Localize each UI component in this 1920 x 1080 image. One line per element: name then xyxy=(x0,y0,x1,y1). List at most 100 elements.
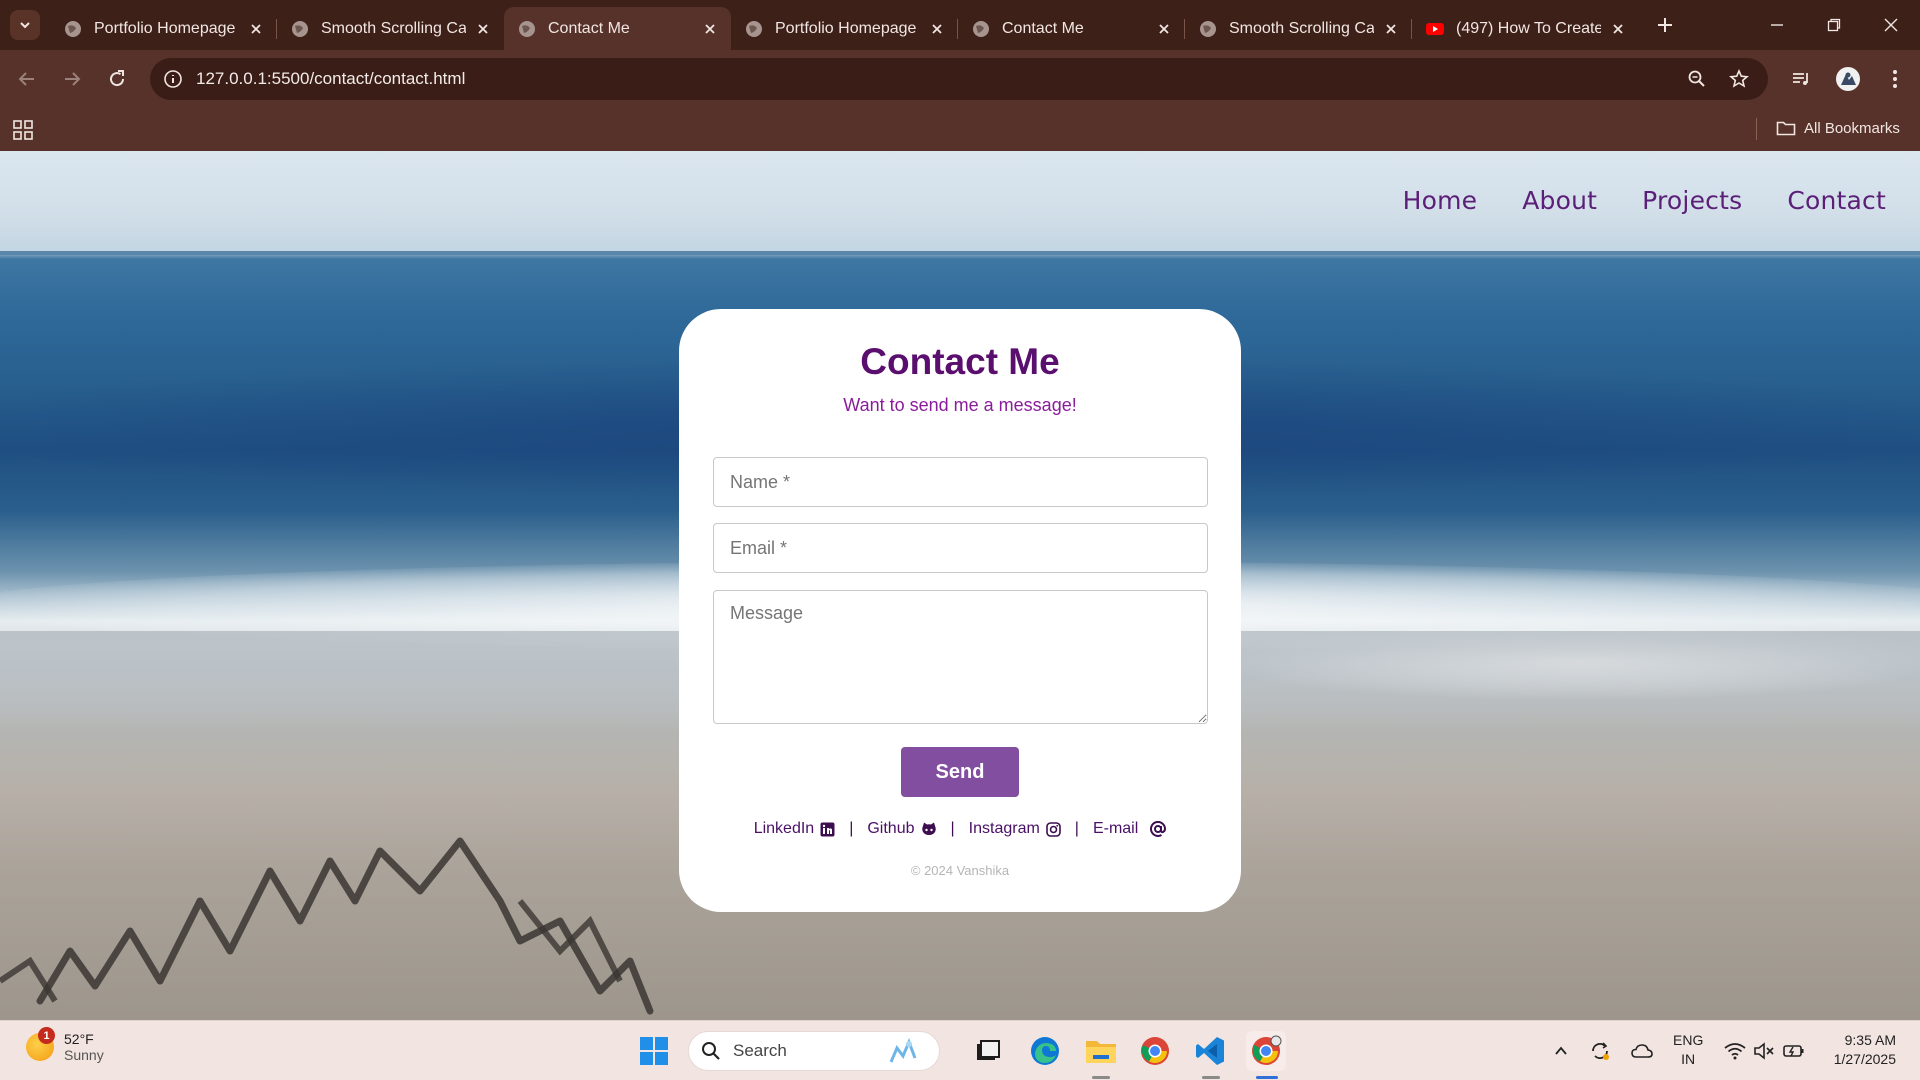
arrow-left-icon xyxy=(18,72,34,86)
input-language[interactable]: ENG IN xyxy=(1673,1031,1703,1069)
tab-active[interactable]: Contact Me xyxy=(504,7,731,50)
reload-button[interactable] xyxy=(102,64,132,94)
new-tab-button[interactable] xyxy=(1652,12,1678,38)
running-indicator xyxy=(1092,1076,1110,1079)
sync-tray-icon[interactable] xyxy=(1588,1039,1612,1063)
github-label: Github xyxy=(867,820,915,837)
message-textarea[interactable] xyxy=(713,590,1208,724)
search-icon xyxy=(702,1042,720,1060)
battery-tray-icon[interactable] xyxy=(1782,1039,1806,1063)
running-indicator xyxy=(1202,1076,1220,1079)
lang-code: ENG xyxy=(1673,1032,1704,1048)
tab-search-button[interactable] xyxy=(10,10,40,40)
profile-avatar[interactable] xyxy=(1833,64,1863,94)
weather-desc: Sunny xyxy=(64,1047,104,1063)
tab[interactable]: Smooth Scrolling Car xyxy=(1185,7,1412,50)
close-tab-icon[interactable] xyxy=(1155,20,1173,38)
restore-button[interactable] xyxy=(1805,0,1862,50)
show-hidden-icons[interactable] xyxy=(1549,1039,1573,1063)
restore-icon xyxy=(1827,18,1840,32)
file-explorer-app[interactable] xyxy=(1081,1031,1121,1071)
globe-icon xyxy=(746,20,762,37)
linkedin-link[interactable]: LinkedIn xyxy=(754,820,836,838)
email-link[interactable]: E-mail xyxy=(1093,820,1167,838)
back-button[interactable] xyxy=(12,64,42,94)
close-tab-icon[interactable] xyxy=(701,20,719,38)
github-link[interactable]: Github xyxy=(867,820,936,838)
date: 1/27/2025 xyxy=(1833,1051,1896,1067)
arrow-right-icon xyxy=(65,72,81,86)
volume-muted-icon xyxy=(1754,1042,1774,1060)
tab[interactable]: Portfolio Homepage xyxy=(731,7,958,50)
tab[interactable]: Smooth Scrolling Car xyxy=(277,7,504,50)
all-bookmarks-button[interactable]: All Bookmarks xyxy=(1776,119,1900,137)
close-tab-icon[interactable] xyxy=(247,20,265,38)
search-label: Search xyxy=(733,1041,787,1060)
task-view-button[interactable] xyxy=(968,1031,1008,1071)
close-tab-icon[interactable] xyxy=(1609,20,1627,38)
nav-contact-link[interactable]: Contact xyxy=(1787,186,1886,215)
tab[interactable]: Contact Me xyxy=(958,7,1185,50)
tab[interactable]: (497) How To Create xyxy=(1412,7,1639,50)
weather-temp: 52°F xyxy=(64,1031,94,1047)
address-bar[interactable]: 127.0.0.1:5500/contact/contact.html xyxy=(150,58,1768,100)
close-window-button[interactable] xyxy=(1862,0,1919,50)
time: 9:35 AM xyxy=(1844,1032,1896,1048)
sand-writing-decoration xyxy=(0,837,654,1015)
tab-title: Smooth Scrolling Car xyxy=(321,19,466,37)
minimize-icon xyxy=(1770,24,1783,26)
zoom-icon[interactable] xyxy=(1686,68,1708,90)
clock[interactable]: 9:35 AM 1/27/2025 xyxy=(1826,1031,1896,1069)
chrome-icon xyxy=(1141,1037,1169,1065)
taskbar: 1 52°F Sunny Search ENG IN 9:35 AM 1/27/… xyxy=(0,1020,1920,1080)
url-text[interactable]: 127.0.0.1:5500/contact/contact.html xyxy=(196,69,465,89)
site-info-icon[interactable] xyxy=(162,68,184,90)
separator: | xyxy=(950,820,955,837)
chrome-app[interactable] xyxy=(1135,1031,1175,1071)
media-control-icon[interactable] xyxy=(1786,64,1816,94)
instagram-icon xyxy=(1045,821,1061,837)
cloud-icon xyxy=(1631,1044,1653,1058)
close-tab-icon[interactable] xyxy=(474,20,492,38)
tab-title: (497) How To Create xyxy=(1456,19,1601,37)
volume-tray-icon[interactable] xyxy=(1752,1039,1776,1063)
region-code: IN xyxy=(1681,1051,1696,1067)
chrome-profile-app[interactable] xyxy=(1246,1031,1286,1071)
tab-list: Portfolio Homepage Smooth Scrolling Car … xyxy=(50,7,1639,50)
site-nav: Home About Projects Contact xyxy=(1403,186,1886,215)
bookmarks-bar: All Bookmarks xyxy=(0,108,1920,151)
battery-icon xyxy=(1783,1045,1804,1057)
onedrive-tray-icon[interactable] xyxy=(1630,1039,1654,1063)
nav-home-link[interactable]: Home xyxy=(1403,186,1478,215)
more-menu-icon[interactable] xyxy=(1880,64,1910,94)
divider xyxy=(1756,118,1757,140)
start-button[interactable] xyxy=(634,1031,674,1071)
edge-app[interactable] xyxy=(1025,1031,1065,1071)
sun-icon: 1 xyxy=(26,1027,55,1061)
contact-subtitle: Want to send me a message! xyxy=(843,395,1077,415)
taskbar-search[interactable]: Search xyxy=(688,1031,940,1071)
wifi-tray-icon[interactable] xyxy=(1723,1039,1747,1063)
apps-grid-icon[interactable] xyxy=(12,119,34,141)
send-button[interactable]: Send xyxy=(901,747,1019,797)
globe-icon xyxy=(292,20,308,37)
forward-button[interactable] xyxy=(57,64,87,94)
nav-projects-link[interactable]: Projects xyxy=(1642,186,1742,215)
close-tab-icon[interactable] xyxy=(928,20,946,38)
bookmark-star-icon[interactable] xyxy=(1728,68,1750,90)
at-icon xyxy=(1150,821,1167,837)
email-input[interactable] xyxy=(713,523,1208,573)
instagram-link[interactable]: Instagram xyxy=(969,820,1061,838)
vscode-app[interactable] xyxy=(1190,1031,1230,1071)
minimize-button[interactable] xyxy=(1748,0,1805,50)
copyright: © 2024 Vanshika xyxy=(910,863,1010,878)
folder-icon xyxy=(1776,121,1796,136)
edge-icon xyxy=(1031,1037,1059,1065)
close-tab-icon[interactable] xyxy=(1382,20,1400,38)
weather-widget[interactable]: 1 52°F Sunny xyxy=(26,1027,104,1063)
chrome-icon xyxy=(1252,1035,1282,1065)
folder-icon xyxy=(1086,1041,1116,1063)
name-input[interactable] xyxy=(713,457,1208,507)
tab[interactable]: Portfolio Homepage xyxy=(50,7,277,50)
nav-about-link[interactable]: About xyxy=(1522,186,1597,215)
